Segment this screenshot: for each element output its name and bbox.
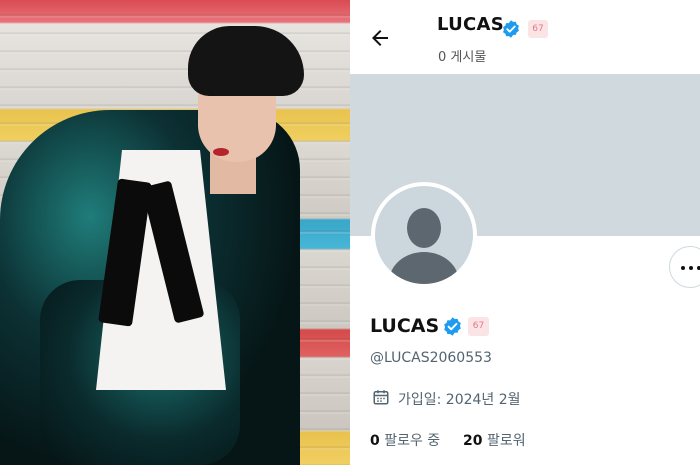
more-icon-dot <box>689 266 693 270</box>
following-label: 팔로우 중 <box>384 433 441 449</box>
more-icon <box>681 266 685 270</box>
photo-hair <box>188 26 304 96</box>
back-arrow-icon[interactable] <box>368 26 392 50</box>
profile-panel: LUCAS 67 0 게시물 LUCAS 67 @LUCAS2060553 가입… <box>350 0 700 465</box>
calendar-icon <box>373 390 389 405</box>
posts-count: 0 게시물 <box>438 46 486 65</box>
affiliate-badge: 67 <box>468 317 489 336</box>
affiliate-badge: 67 <box>528 20 548 38</box>
profile-handle: @LUCAS2060553 <box>370 350 492 366</box>
photo-mouth <box>213 148 229 156</box>
following-link[interactable]: 0 팔로우 중 <box>370 430 440 450</box>
default-avatar-icon <box>407 208 441 248</box>
following-count: 0 <box>370 433 380 449</box>
more-button[interactable] <box>669 246 700 288</box>
verified-icon <box>444 317 461 336</box>
top-bar: LUCAS 67 0 게시물 <box>350 0 700 74</box>
verified-icon <box>503 20 519 38</box>
avatar[interactable] <box>371 182 477 288</box>
default-avatar-body <box>389 252 459 284</box>
followers-count: 20 <box>463 433 483 449</box>
posts-count-label: 게시물 <box>450 50 487 65</box>
followers-link[interactable]: 20 팔로워 <box>463 430 526 450</box>
joined-date: 가입일: 2024년 2월 <box>398 392 521 408</box>
profile-photo <box>0 0 350 465</box>
followers-label: 팔로워 <box>486 433 526 449</box>
header-display-name: LUCAS <box>437 14 505 35</box>
profile-display-name: LUCAS <box>370 315 440 337</box>
posts-count-value: 0 <box>438 50 447 65</box>
